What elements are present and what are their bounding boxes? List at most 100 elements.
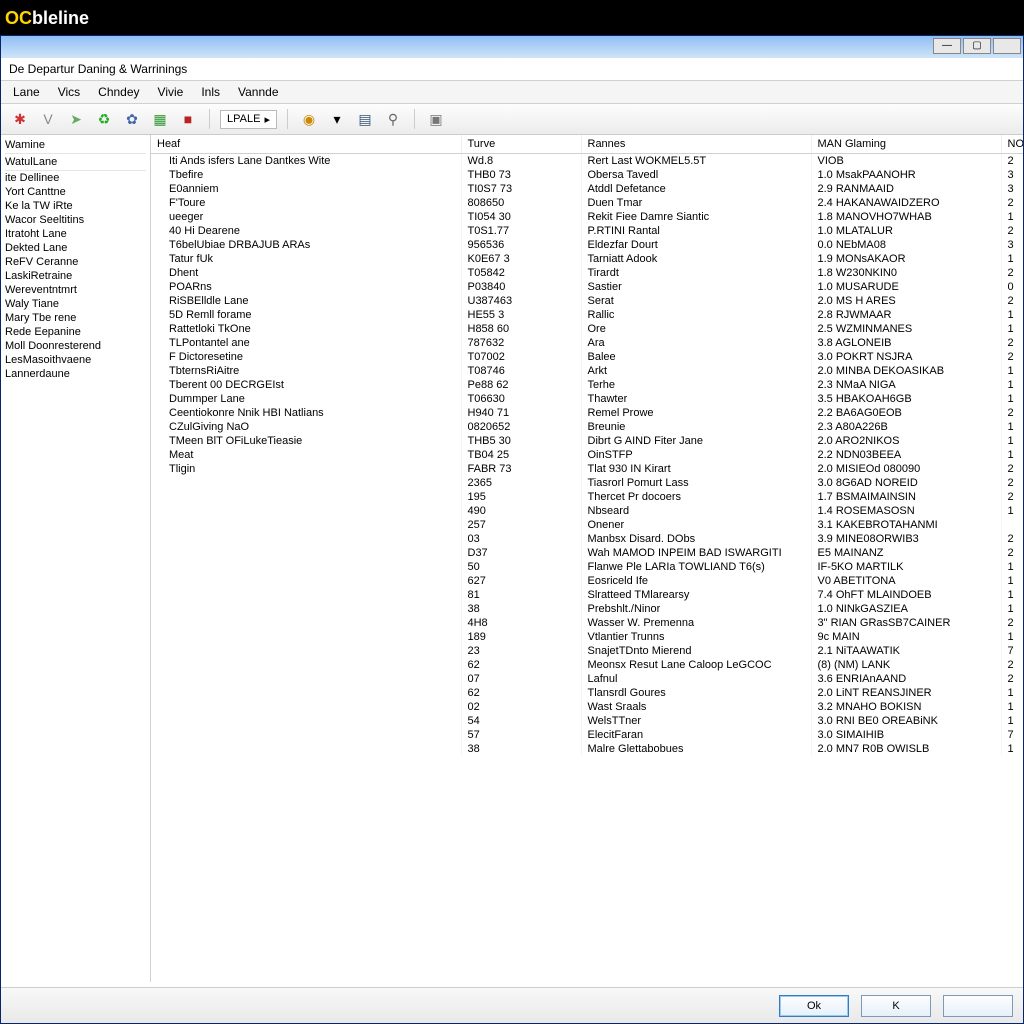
table-row[interactable]: E0anniemTI0S7 73Atddl Defetance2.9 RANMA…: [151, 182, 1023, 196]
cell: [151, 504, 461, 518]
table-row[interactable]: TbternsRiAitreT08746Arkt2.0 MINBA DEKOAS…: [151, 364, 1023, 378]
col-glaming[interactable]: MAN Glaming: [811, 135, 1001, 154]
table-row[interactable]: RiSBElldle LaneU387463Serat2.0 MS H ARES…: [151, 294, 1023, 308]
bug-icon[interactable]: ✱: [9, 108, 31, 130]
table-row[interactable]: Ceentiokonre Nnik HBI NatliansH940 71Rem…: [151, 406, 1023, 420]
close-button[interactable]: [993, 38, 1021, 54]
cell: 7: [1001, 728, 1023, 742]
tree-item[interactable]: Ke la TW iRte: [5, 199, 146, 213]
cell: 2.0 MISIEOd 080090: [811, 462, 1001, 476]
table-row[interactable]: DhentT05842Tirardt1.8 W230NKIN02: [151, 266, 1023, 280]
table-row[interactable]: 57ElecitFaran3.0 SIMAIHIB7: [151, 728, 1023, 742]
tree-item[interactable]: LaskiRetraine: [5, 269, 146, 283]
table-row[interactable]: TliginFABR 73Tlat 930 IN Kirart2.0 MISIE…: [151, 462, 1023, 476]
tree-item[interactable]: LesMasoithvaene: [5, 353, 146, 367]
table-row[interactable]: CZulGiving NaO0820652Breunie2.3 A80A226B…: [151, 420, 1023, 434]
sidebar-tree[interactable]: Wamine WatulLane ite DellineeYort Canttn…: [1, 135, 151, 982]
coin-icon[interactable]: ◉: [298, 108, 320, 130]
cell: [151, 742, 461, 756]
tree-item[interactable]: Yort Canttne: [5, 185, 146, 199]
menu-vannde[interactable]: Vannde: [230, 83, 286, 101]
menu-chndey[interactable]: Chndey: [90, 83, 147, 101]
table-row[interactable]: F'Toure808650Duen Tmar2.4 HAKANAWAIDZERO…: [151, 196, 1023, 210]
caret-down-icon[interactable]: ▾: [326, 108, 348, 130]
menu-vics[interactable]: Vics: [50, 83, 88, 101]
pin-icon[interactable]: ⚲: [382, 108, 404, 130]
table-row[interactable]: 40 Hi DeareneT0S1.77P.RTINI Rantal1.0 ML…: [151, 224, 1023, 238]
col-turve[interactable]: Turve: [461, 135, 581, 154]
table-row[interactable]: MeatTB04 25OinSTFP2.2 NDN03BEEA1: [151, 448, 1023, 462]
menubar: Lane Vics Chndey Vivie Inls Vannde: [1, 81, 1023, 104]
table-row[interactable]: 23SnajetTDnto Mierend2.1 NiTAAWATIK7: [151, 644, 1023, 658]
table-row[interactable]: F DictoresetineT07002Balee3.0 POKRT NSJR…: [151, 350, 1023, 364]
menu-vivie[interactable]: Vivie: [150, 83, 192, 101]
cube-icon[interactable]: ▦: [149, 108, 171, 130]
tree-item[interactable]: Lannerdaune: [5, 367, 146, 381]
k-button[interactable]: K: [861, 995, 931, 1017]
table-row[interactable]: 38Prebshlt./Ninor1.0 NINkGASZIEA1: [151, 602, 1023, 616]
table-row[interactable]: 50Flanwe Ple LARIa TOWLIAND T6(s)IF-5KO …: [151, 560, 1023, 574]
table-row[interactable]: 38Malre Glettabobues2.0 MN7 R0B OWISLB1: [151, 742, 1023, 756]
arrow-icon[interactable]: ➤: [65, 108, 87, 130]
table-row[interactable]: 07Lafnul3.6 ENRIAnAAND2: [151, 672, 1023, 686]
titlebar[interactable]: — ▢: [1, 36, 1023, 58]
col-rannes[interactable]: Rannes: [581, 135, 811, 154]
table-row[interactable]: 62Tlansrdl Goures2.0 LiNT REANSJINER1: [151, 686, 1023, 700]
tree-item[interactable]: Wereventntmrt: [5, 283, 146, 297]
table-row[interactable]: 81Slratteed TMlarearsy7.4 OhFT MLAINDOEB…: [151, 588, 1023, 602]
tree-item[interactable]: Rede Eepanine: [5, 325, 146, 339]
cell: Arkt: [581, 364, 811, 378]
frame-icon[interactable]: ▣: [425, 108, 447, 130]
tree-item[interactable]: Mary Tbe rene: [5, 311, 146, 325]
table-row[interactable]: Tberent 00 DECRGEIstPe88 62Terhe2.3 NMaA…: [151, 378, 1023, 392]
table-row[interactable]: 5D Remll forameHE55 3Rallic2.8 RJWMAAR1: [151, 308, 1023, 322]
tree-item[interactable]: Moll Doonresterend: [5, 339, 146, 353]
table-row[interactable]: T6belUbiae DRBAJUB ARAs956536Eldezfar Do…: [151, 238, 1023, 252]
tree-item[interactable]: Dekted Lane: [5, 241, 146, 255]
table-row[interactable]: 627Eosriceld IfeV0 ABETITONA1: [151, 574, 1023, 588]
menu-lane[interactable]: Lane: [5, 83, 48, 101]
table-row[interactable]: 54WelsTTner3.0 RNI BE0 OREABiNK1: [151, 714, 1023, 728]
table-row[interactable]: 195Thercet Pr docoers1.7 BSMAIMAINSIN2: [151, 490, 1023, 504]
table-row[interactable]: TLPontantel ane787632Ara3.8 AGLONEIB2: [151, 336, 1023, 350]
col-heaf[interactable]: Heaf: [151, 135, 461, 154]
data-table[interactable]: Heaf Turve Rannes MAN Glaming NOISE Iti …: [151, 135, 1023, 982]
cell: 2: [1001, 154, 1023, 169]
play-group[interactable]: LPALE ▸: [220, 110, 277, 129]
table-row[interactable]: POARnsP03840Sastier1.0 MUSARUDE0: [151, 280, 1023, 294]
table-row[interactable]: TbefireTHB0 73Obersa Tavedl1.0 MsakPAANO…: [151, 168, 1023, 182]
table-row[interactable]: D37Wah MAMOD INPEIM BAD ISWARGITIE5 MAIN…: [151, 546, 1023, 560]
tree-item[interactable]: Itratoht Lane: [5, 227, 146, 241]
table-row[interactable]: 257Onener3.1 KAKEBROTAHANMI: [151, 518, 1023, 532]
table-row[interactable]: ueegerTI054 30Rekit Fiee Damre Siantic1.…: [151, 210, 1023, 224]
tree-item[interactable]: Waly Tiane: [5, 297, 146, 311]
table-row[interactable]: 189Vtlantier Trunns9c MAIN1: [151, 630, 1023, 644]
tree-item[interactable]: Wacor Seeltitins: [5, 213, 146, 227]
cell: 3.9 MINE08ORWIB3: [811, 532, 1001, 546]
table-row[interactable]: Tatur fUkK0E67 3Tarniatt Adook1.9 MONsAK…: [151, 252, 1023, 266]
gear-icon[interactable]: ✿: [121, 108, 143, 130]
menu-inls[interactable]: Inls: [193, 83, 228, 101]
tree-item[interactable]: ReFV Ceranne: [5, 255, 146, 269]
refresh-icon[interactable]: ♻: [93, 108, 115, 130]
table-row[interactable]: Dummper LaneT06630Thawter3.5 HBAKOAH6GB1: [151, 392, 1023, 406]
tree-item[interactable]: ite Dellinee: [5, 171, 146, 185]
table-row[interactable]: Iti Ands isfers Lane Dantkes WiteWd.8Rer…: [151, 154, 1023, 169]
extra-button[interactable]: [943, 995, 1013, 1017]
table-row[interactable]: 2365Tiasrorl Pomurt Lass3.0 8G6AD NOREID…: [151, 476, 1023, 490]
table-row[interactable]: TMeen BlT OFiLukeTieasieTHB5 30Dibrt G A…: [151, 434, 1023, 448]
table-row[interactable]: 02Wast Sraals3.2 MNAHO BOKISN1: [151, 700, 1023, 714]
table-row[interactable]: 03Manbsx Disard. DObs3.9 MINE08ORWIB32: [151, 532, 1023, 546]
maximize-button[interactable]: ▢: [963, 38, 991, 54]
cell: 1.0 MLATALUR: [811, 224, 1001, 238]
calculator-icon[interactable]: ▤: [354, 108, 376, 130]
table-row[interactable]: 62Meonsx Resut Lane Caloop LeGCOC(8) (NM…: [151, 658, 1023, 672]
table-row[interactable]: Rattetloki TkOneH858 60Ore2.5 WZMINMANES…: [151, 322, 1023, 336]
table-row[interactable]: 490Nbseard1.4 ROSEMASOSN1: [151, 504, 1023, 518]
col-noise[interactable]: NOISE: [1001, 135, 1023, 154]
check-icon[interactable]: V: [37, 108, 59, 130]
stop-icon[interactable]: ■: [177, 108, 199, 130]
minimize-button[interactable]: —: [933, 38, 961, 54]
table-row[interactable]: 4H8Wasser W. Premenna3" RIAN GRasSB7CAIN…: [151, 616, 1023, 630]
ok-button[interactable]: Ok: [779, 995, 849, 1017]
